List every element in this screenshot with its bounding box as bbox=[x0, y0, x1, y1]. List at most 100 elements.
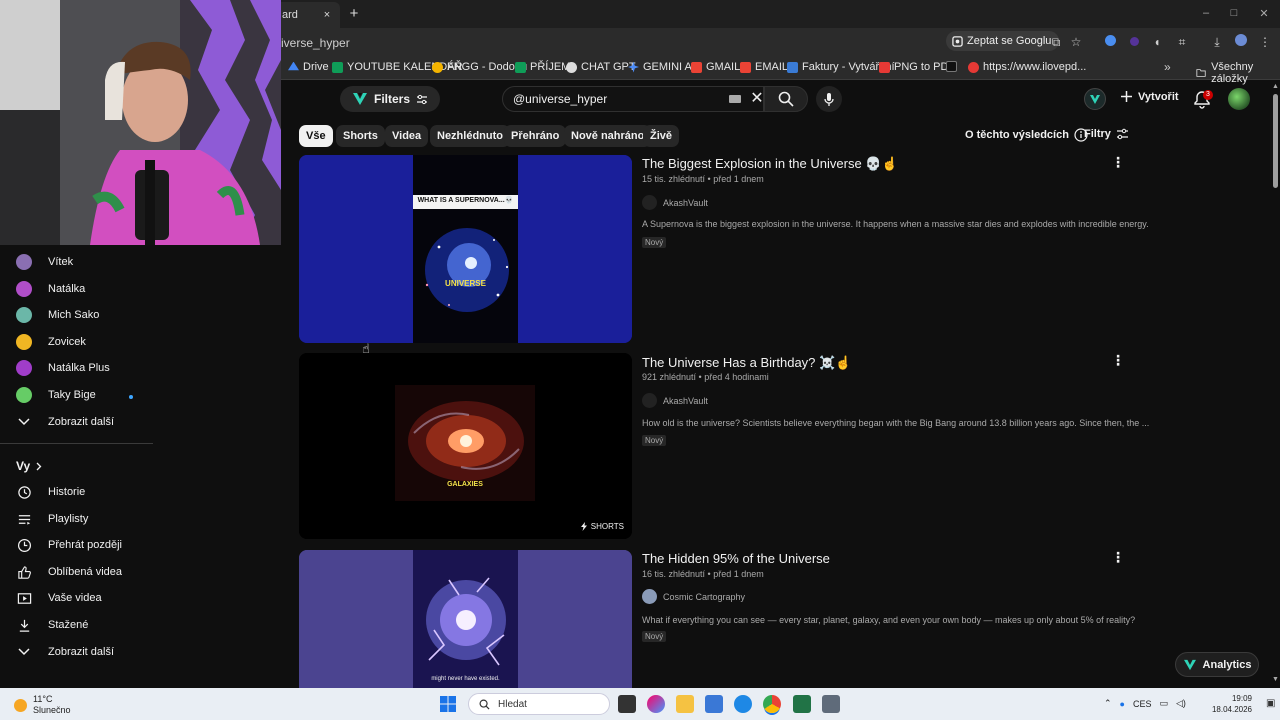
scrollbar-thumb[interactable] bbox=[1273, 94, 1278, 188]
tab-close-icon[interactable]: × bbox=[318, 6, 336, 24]
edge-icon[interactable] bbox=[734, 695, 752, 713]
account-avatar[interactable] bbox=[1228, 88, 1250, 110]
voice-search-button[interactable] bbox=[816, 86, 842, 112]
keyboard-icon[interactable] bbox=[729, 95, 741, 103]
bookmark-item[interactable]: CHAT GPT bbox=[566, 61, 636, 73]
extension-dark-icon[interactable] bbox=[1126, 34, 1142, 50]
bookmark-item[interactable]: PNG to PDF bbox=[879, 61, 955, 73]
extensions-puzzle-icon[interactable]: ⌗ bbox=[1174, 34, 1190, 50]
bookmark-item[interactable]: PŘÍJEM bbox=[515, 61, 570, 73]
sidebar-item-liked[interactable]: Oblíbená videa bbox=[16, 561, 122, 583]
search-button[interactable] bbox=[764, 86, 808, 112]
minimize-button[interactable]: – bbox=[1196, 7, 1216, 19]
channel-link[interactable]: Cosmic Cartography bbox=[642, 589, 745, 604]
bookmark-item[interactable] bbox=[946, 61, 961, 72]
chip-unwatched[interactable]: Nezhlédnuto bbox=[430, 125, 510, 147]
clock[interactable]: 19:09 18.04.2026 bbox=[1208, 693, 1252, 715]
bookmark-item[interactable]: EMAIL bbox=[740, 61, 788, 73]
about-results-button[interactable]: O těchto výsledcích bbox=[965, 128, 1088, 142]
bookmark-star-icon[interactable]: ☆ bbox=[1068, 34, 1084, 50]
windows-start-icon[interactable] bbox=[440, 696, 456, 712]
video-title[interactable]: The Universe Has a Birthday? ☠️☝️ bbox=[642, 355, 851, 371]
excel-icon[interactable] bbox=[793, 695, 811, 713]
video-thumbnail[interactable]: WHAT IS A SUPERNOVA...💀 UNIVERSE bbox=[299, 155, 632, 343]
sidebar-item-playlists[interactable]: Playlisty bbox=[16, 508, 88, 530]
chip-shorts[interactable]: Shorts bbox=[336, 125, 385, 147]
filters-button[interactable]: Filters bbox=[340, 86, 440, 112]
scroll-down-arrow-icon[interactable]: ▼ bbox=[1272, 676, 1279, 683]
search-filters-button[interactable]: Filtry bbox=[1084, 128, 1129, 140]
new-tab-button[interactable]: + bbox=[345, 5, 363, 22]
outlook-icon[interactable] bbox=[705, 695, 723, 713]
weather-widget[interactable]: 11°C Slunečno bbox=[14, 694, 71, 716]
browser-tab[interactable]: ard × bbox=[272, 2, 340, 28]
channel-link[interactable]: AkashVault bbox=[642, 195, 708, 210]
show-more-subscriptions-button[interactable]: Zobrazit další bbox=[16, 411, 114, 433]
all-bookmarks-button[interactable]: Všechny záložky bbox=[1196, 61, 1280, 85]
show-more-you-button[interactable]: Zobrazit další bbox=[16, 641, 114, 663]
video-title[interactable]: The Biggest Explosion in the Universe 💀☝… bbox=[642, 156, 898, 172]
video-title[interactable]: The Hidden 95% of the Universe bbox=[642, 551, 830, 566]
language-indicator[interactable]: CES bbox=[1133, 699, 1152, 709]
notification-center-icon[interactable]: ▣ bbox=[1266, 698, 1275, 709]
video-thumbnail[interactable]: GALAXIES SHORTS bbox=[299, 353, 632, 539]
sidebar-subscription[interactable]: Natálka bbox=[16, 278, 85, 300]
tray-overflow-icon[interactable]: ⌃ bbox=[1104, 698, 1112, 709]
video-result[interactable]: GALAXIES SHORTS The Universe Has a Birth… bbox=[299, 353, 1149, 541]
chip-all[interactable]: Vše bbox=[299, 125, 333, 147]
sidebar-you-heading[interactable]: Vy bbox=[16, 459, 42, 473]
bookmark-item[interactable]: FNGG - Dodoeu bbox=[432, 61, 527, 73]
downloads-icon[interactable]: ⤓ bbox=[1209, 34, 1225, 50]
extension-audio-icon[interactable]: ◖ bbox=[1149, 34, 1165, 50]
scroll-up-arrow-icon[interactable]: ▲ bbox=[1272, 83, 1279, 90]
video-thumbnail[interactable]: might never have existed. bbox=[299, 550, 632, 688]
analytics-button[interactable]: Analytics bbox=[1175, 652, 1259, 677]
extension-blue-icon[interactable] bbox=[1102, 34, 1118, 50]
sidebar-item-downloads[interactable]: Stažené bbox=[16, 614, 88, 636]
chrome-menu-icon[interactable]: ⋮ bbox=[1257, 34, 1273, 50]
volume-icon[interactable]: ◁) bbox=[1176, 698, 1186, 709]
video-result[interactable]: WHAT IS A SUPERNOVA...💀 UNIVERSE The Big… bbox=[299, 155, 1149, 345]
file-explorer-icon[interactable] bbox=[676, 695, 694, 713]
chip-live[interactable]: Živě bbox=[643, 125, 680, 147]
channel-link[interactable]: AkashVault bbox=[642, 393, 708, 408]
close-window-button[interactable]: ✕ bbox=[1254, 7, 1274, 20]
gmail-icon bbox=[691, 61, 702, 73]
install-icon[interactable]: ⧉ bbox=[1048, 34, 1064, 50]
copilot-icon[interactable] bbox=[647, 695, 665, 713]
more-actions-icon[interactable]: ⋮ bbox=[1111, 550, 1125, 564]
sidebar-subscription[interactable]: Mich Sako bbox=[16, 304, 99, 326]
sidebar-subscription[interactable]: Vítek bbox=[16, 251, 73, 273]
search-input[interactable] bbox=[513, 87, 713, 111]
sidebar-item-watch-later[interactable]: Přehrát později bbox=[16, 534, 122, 556]
bookmark-item[interactable]: https://www.ilovepd... bbox=[968, 61, 1086, 73]
microphone-tray-icon[interactable]: ● bbox=[1120, 699, 1125, 709]
task-view-icon[interactable] bbox=[618, 695, 636, 713]
sidebar: Vítek Natálka Mich Sako Zovicek Natálka … bbox=[0, 245, 155, 688]
create-button[interactable]: Vytvořit bbox=[1120, 90, 1179, 103]
page-scrollbar[interactable]: ▲ ▼ bbox=[1270, 80, 1280, 688]
bookmarks-overflow-icon[interactable]: » bbox=[1164, 60, 1171, 74]
more-actions-icon[interactable]: ⋮ bbox=[1111, 353, 1125, 367]
calculator-icon[interactable] bbox=[822, 695, 840, 713]
chip-videos[interactable]: Videa bbox=[385, 125, 429, 147]
sidebar-item-your-videos[interactable]: Vaše videa bbox=[16, 587, 102, 609]
taskbar-search[interactable]: Hledat bbox=[468, 693, 610, 715]
chip-recently-uploaded[interactable]: Nově nahráno bbox=[564, 125, 652, 147]
channel-switch-icon[interactable] bbox=[1084, 88, 1106, 110]
network-icon[interactable]: ▭ bbox=[1160, 698, 1169, 709]
chrome-icon[interactable] bbox=[763, 695, 781, 713]
bookmark-item[interactable]: Drive bbox=[288, 61, 329, 73]
bookmark-item[interactable]: GEMINI AI bbox=[628, 61, 695, 73]
maximize-button[interactable]: □ bbox=[1224, 7, 1244, 19]
sidebar-subscription[interactable]: Taky Bige bbox=[16, 384, 96, 406]
sidebar-item-history[interactable]: Historie bbox=[16, 481, 85, 503]
ask-google-button[interactable]: Zeptat se Googlu bbox=[946, 31, 1060, 51]
sidebar-subscription[interactable]: Zovicek bbox=[16, 331, 86, 353]
sidebar-subscription[interactable]: Natálka Plus bbox=[16, 357, 110, 379]
chip-watched[interactable]: Přehráno bbox=[504, 125, 567, 147]
bookmark-item[interactable]: GMAIL bbox=[691, 61, 740, 73]
video-result[interactable]: might never have existed. The Hidden 95%… bbox=[299, 550, 1135, 688]
profile-icon[interactable] bbox=[1233, 34, 1249, 50]
more-actions-icon[interactable]: ⋮ bbox=[1111, 155, 1125, 169]
